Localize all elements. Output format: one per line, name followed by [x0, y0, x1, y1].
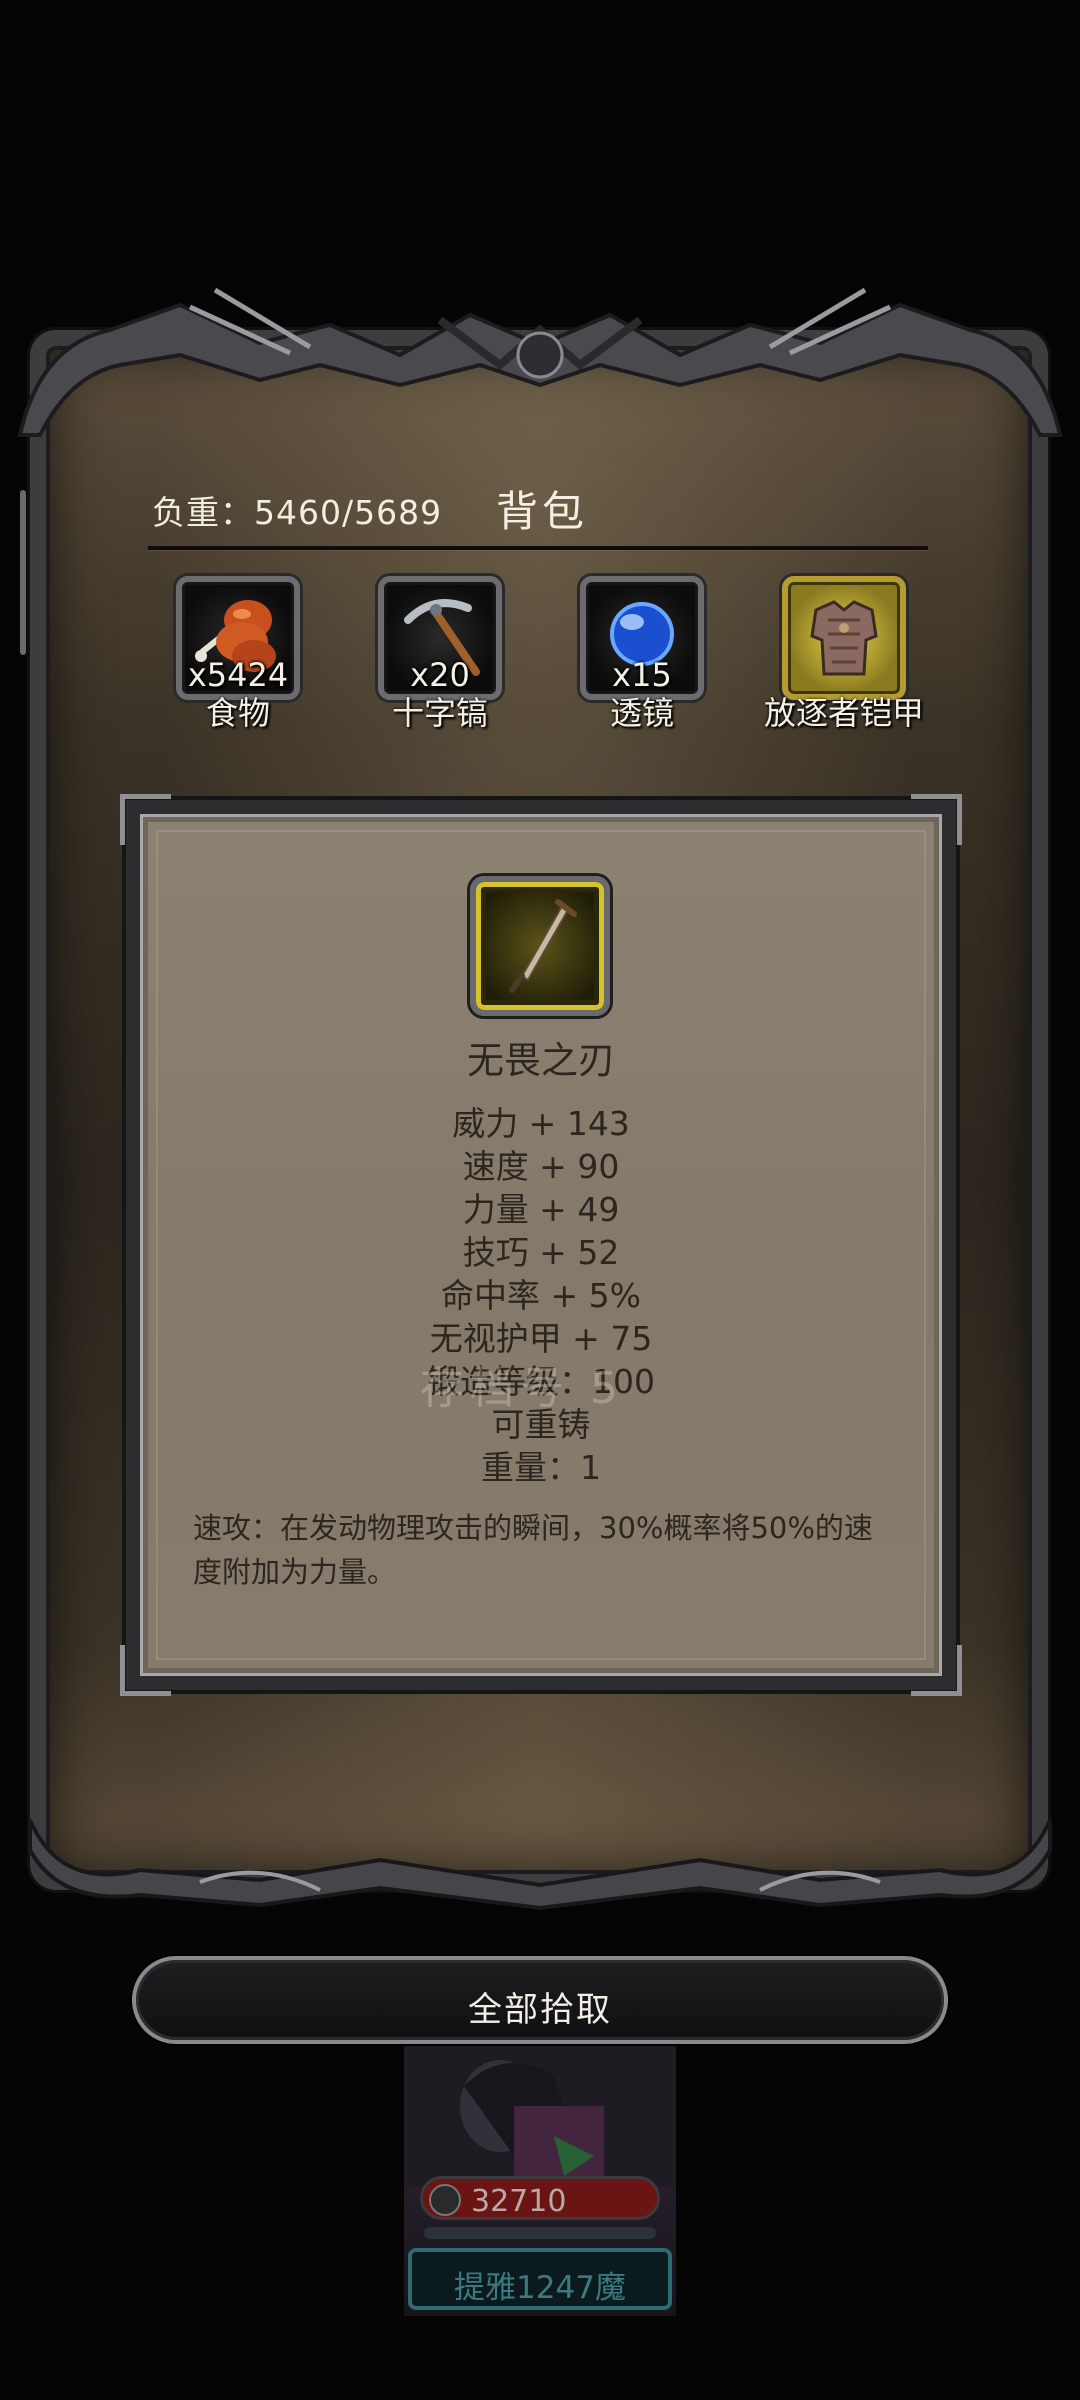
item-name: 无畏之刃: [467, 1039, 615, 1082]
item-label: 食物: [205, 694, 270, 732]
item-label: 透镜: [609, 694, 674, 732]
dagger-icon: [509, 899, 577, 993]
weight-value: 5460/5689: [254, 493, 443, 532]
weight-indicator: 负重：5460/5689: [152, 486, 442, 534]
panel-corner: [120, 1645, 171, 1696]
scroll-indicator: [20, 490, 26, 655]
weight-label: 负重：: [152, 493, 254, 532]
character-name-box: 提雅1247魔: [408, 2248, 672, 2310]
character-portrait: [404, 2046, 676, 2186]
panel-corner: [120, 794, 171, 845]
panel-corner: [911, 794, 962, 845]
frame-bottom-ornament: [28, 1819, 1052, 1910]
item-slot-armor[interactable]: [782, 576, 906, 700]
hp-bar: 32710: [420, 2176, 660, 2220]
hp-value: 32710: [471, 2184, 567, 2219]
frame-crest-ornament: [17, 287, 1063, 437]
character-name: 提雅1247魔: [454, 2270, 626, 2306]
header-divider: [148, 546, 928, 550]
pickup-all-label: 全部拾取: [468, 1990, 612, 2030]
pickup-all-button[interactable]: 全部拾取: [132, 1956, 948, 2044]
item-stats: 威力 + 143 速度 + 90 力量 + 49 技巧 + 52 命中率 + 5…: [126, 1102, 956, 1489]
stat-line: 速度 + 90: [462, 1147, 620, 1186]
game-screen: 32710 提雅1247魔 负重：5460/5689 背包 x5424 食物 x…: [0, 0, 1080, 2400]
backpack-title: 背包: [496, 487, 589, 536]
stat-line: 威力 + 143: [452, 1104, 630, 1143]
panel-corner: [911, 1645, 962, 1696]
item-label: 十字镐: [391, 694, 488, 732]
stat-line: 命中率 + 5%: [441, 1276, 641, 1315]
stat-line: 技巧 + 52: [462, 1233, 620, 1272]
energy-bar: [424, 2227, 656, 2239]
item-slot-food[interactable]: x5424: [176, 576, 300, 700]
item-label: 放逐者铠甲: [763, 694, 924, 732]
item-slot-lens[interactable]: x15: [580, 576, 704, 700]
shield-icon: [429, 2184, 461, 2216]
stat-line: 力量 + 49: [462, 1190, 620, 1229]
selected-item-slot: [470, 876, 610, 1016]
stat-line: 重量：1: [481, 1448, 601, 1487]
item-description: 速攻：在发动物理攻击的瞬间，30%概率将50%的速度附加为力量。: [193, 1511, 873, 1589]
watermark: 存档号 5: [420, 1363, 624, 1414]
armor-icon: [810, 600, 878, 676]
item-slot-pickaxe[interactable]: x20: [378, 576, 502, 700]
